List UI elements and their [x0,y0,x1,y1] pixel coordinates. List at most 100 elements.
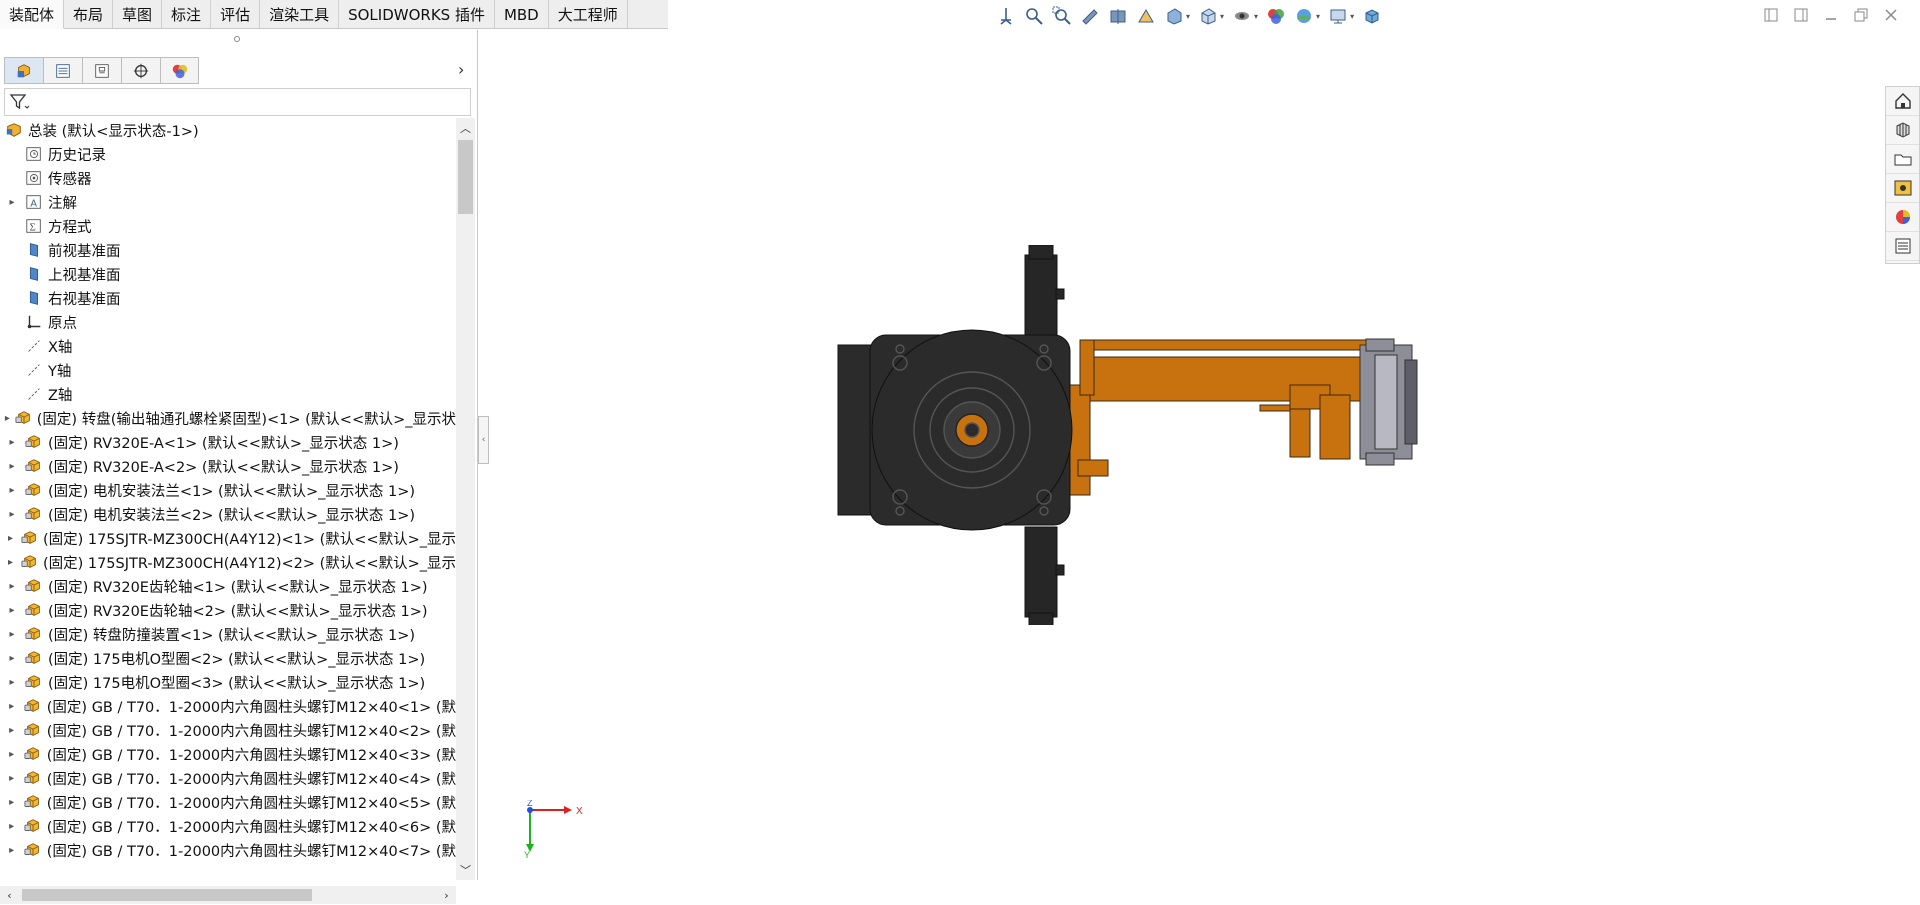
edit-appearance-icon[interactable] [1264,5,1288,27]
expand-arrow-icon[interactable]: ▸ [0,797,23,808]
scroll-thumb[interactable] [458,140,473,214]
expand-arrow-icon[interactable]: ▸ [0,701,23,712]
tree-item[interactable]: ▸ (固定) 转盘(输出轴通孔螺栓紧固型)<1> (默认<<默认>_显示状 [0,406,456,430]
tab-8[interactable]: 大工程师 [549,0,628,29]
file-explorer-icon[interactable] [1886,145,1919,174]
minimize-icon[interactable] [1822,6,1840,24]
view-orientation-box-icon[interactable] [1162,5,1186,27]
tree-item[interactable]: Y轴 [0,358,456,382]
hide-show-icon[interactable] [1230,5,1254,27]
expand-arrow-icon[interactable]: ▸ [0,821,23,832]
dropdown-caret-icon[interactable]: ▾ [1316,12,1320,21]
3d-view-icon[interactable] [1360,5,1384,27]
expand-arrow-icon[interactable]: ▸ [0,629,24,640]
apply-scene-icon[interactable] [1292,5,1316,27]
dropdown-caret-icon[interactable]: ▾ [1350,12,1354,21]
tree-item[interactable]: ▸ A 注解 [0,190,456,214]
tile-right-icon[interactable] [1792,6,1810,24]
design-library-icon[interactable] [1886,116,1919,145]
tab-2[interactable]: 草图 [113,0,163,29]
zoom-to-fit-icon[interactable] [1022,5,1046,27]
tree-item[interactable]: 右视基准面 [0,286,456,310]
expand-arrow-icon[interactable]: ▸ [0,605,24,616]
propertymanager-icon[interactable] [43,57,82,84]
tree-item[interactable]: 传感器 [0,166,456,190]
expand-arrow-icon[interactable]: ▸ [0,845,23,856]
tree-item[interactable]: 历史记录 [0,142,456,166]
vertical-scrollbar[interactable]: ︿ ﹀ [456,118,475,880]
expand-arrow-icon[interactable]: ▸ [0,557,21,568]
tab-4[interactable]: 评估 [211,0,261,29]
tree-item[interactable]: ▸ (固定) GB / T70．1-2000内六角圆柱头螺钉M12×40<7> (… [0,838,456,862]
tree-item[interactable]: ▸ (固定) GB / T70．1-2000内六角圆柱头螺钉M12×40<5> (… [0,790,456,814]
tree-item[interactable]: 上视基准面 [0,262,456,286]
close-icon[interactable] [1882,6,1900,24]
expand-arrow-icon[interactable]: ▸ [0,653,24,664]
assembly-model-view[interactable] [820,245,1430,625]
tile-left-icon[interactable] [1762,6,1780,24]
filter-bar[interactable] [4,88,471,116]
tab-3[interactable]: 标注 [162,0,212,29]
expand-arrow-icon[interactable]: ▸ [0,485,24,496]
tree-item[interactable]: ▸ (固定) GB / T70．1-2000内六角圆柱头螺钉M12×40<2> (… [0,718,456,742]
home-icon[interactable] [1886,87,1919,116]
panel-splitter[interactable]: ‹ [478,416,489,464]
scroll-up-icon[interactable]: ︿ [456,118,475,138]
tree-item[interactable]: ▸ (固定) 电机安装法兰<2> (默认<<默认>_显示状态 1>) [0,502,456,526]
scroll-left-icon[interactable]: ‹ [0,885,19,905]
tree-item[interactable]: ▸ (固定) GB / T70．1-2000内六角圆柱头螺钉M12×40<6> (… [0,814,456,838]
displaymanager-icon[interactable] [160,57,199,84]
tree-item[interactable]: Z轴 [0,382,456,406]
previous-view-icon[interactable] [1078,5,1102,27]
tree-item[interactable]: ▸ (固定) 175电机O型圈<2> (默认<<默认>_显示状态 1>) [0,646,456,670]
tree-item[interactable]: ▸ (固定) RV320E齿轮轴<2> (默认<<默认>_显示状态 1>) [0,598,456,622]
appearances-icon[interactable] [1886,203,1919,232]
display-style-icon[interactable] [1196,5,1220,27]
scroll-down-icon[interactable]: ﹀ [456,860,475,880]
tree-item[interactable]: ▸ (固定) 电机安装法兰<1> (默认<<默认>_显示状态 1>) [0,478,456,502]
tab-5[interactable]: 渲染工具 [260,0,340,29]
tab-0[interactable]: 装配体 [0,0,65,29]
expand-arrow-icon[interactable]: ▸ [0,725,23,736]
view-palette-icon[interactable] [1886,174,1919,203]
expand-arrow-icon[interactable]: ▸ [0,749,23,760]
tree-item[interactable]: ▸ (固定) 175SJTR-MZ300CH(A4Y12)<2> (默认<<默认>… [0,550,456,574]
tree-item[interactable]: ▸ (固定) GB / T70．1-2000内六角圆柱头螺钉M12×40<1> (… [0,694,456,718]
dropdown-caret-icon[interactable]: ▾ [1254,12,1258,21]
expand-arrow-icon[interactable]: ▸ [0,677,24,688]
expand-arrow-icon[interactable]: ▸ [0,461,24,472]
expand-arrow-icon[interactable]: ▸ [0,197,24,208]
expand-arrow-icon[interactable]: ▸ [0,509,24,520]
dropdown-caret-icon[interactable]: ▾ [1186,12,1190,21]
tree-item[interactable]: ▸ (固定) 转盘防撞装置<1> (默认<<默认>_显示状态 1>) [0,622,456,646]
expand-arrow-icon[interactable]: ▸ [0,413,15,424]
dropdown-caret-icon[interactable]: ▾ [1220,12,1224,21]
tree-item[interactable]: 总装 (默认<显示状态-1>) [0,118,456,142]
zoom-area-icon[interactable] [1050,5,1074,27]
tab-7[interactable]: MBD [495,0,549,29]
restore-icon[interactable] [1852,6,1870,24]
tree-item[interactable]: Σ 方程式 [0,214,456,238]
section-view-icon[interactable] [1106,5,1130,27]
dimxpert-icon[interactable] [121,57,160,84]
expand-arrow-icon[interactable]: ▸ [0,581,24,592]
scroll-right-icon[interactable]: › [437,885,456,905]
tree-item[interactable]: ▸ (固定) GB / T70．1-2000内六角圆柱头螺钉M12×40<4> (… [0,766,456,790]
featuremanager-icon[interactable] [4,57,43,84]
view-settings-icon[interactable] [1326,5,1350,27]
dynamic-annotation-icon[interactable] [1134,5,1158,27]
expand-arrow-icon[interactable]: ▸ [0,533,21,544]
tree-item[interactable]: ▸ (固定) RV320E-A<2> (默认<<默认>_显示状态 1>) [0,454,456,478]
configurationmanager-icon[interactable] [82,57,121,84]
tree-item[interactable]: X轴 [0,334,456,358]
custom-properties-icon[interactable] [1886,232,1919,261]
tree-item[interactable]: ▸ (固定) GB / T70．1-2000内六角圆柱头螺钉M12×40<3> (… [0,742,456,766]
horizontal-scrollbar[interactable]: ‹ › [0,886,456,904]
tab-6[interactable]: SOLIDWORKS 插件 [339,0,495,29]
tree-item[interactable]: ▸ (固定) RV320E-A<1> (默认<<默认>_显示状态 1>) [0,430,456,454]
tab-1[interactable]: 布局 [64,0,114,29]
filter-icon[interactable] [9,92,31,112]
tree-item[interactable]: 原点 [0,310,456,334]
chevron-right-icon[interactable]: › [458,60,464,79]
view-orientation-icon[interactable] [994,5,1018,27]
